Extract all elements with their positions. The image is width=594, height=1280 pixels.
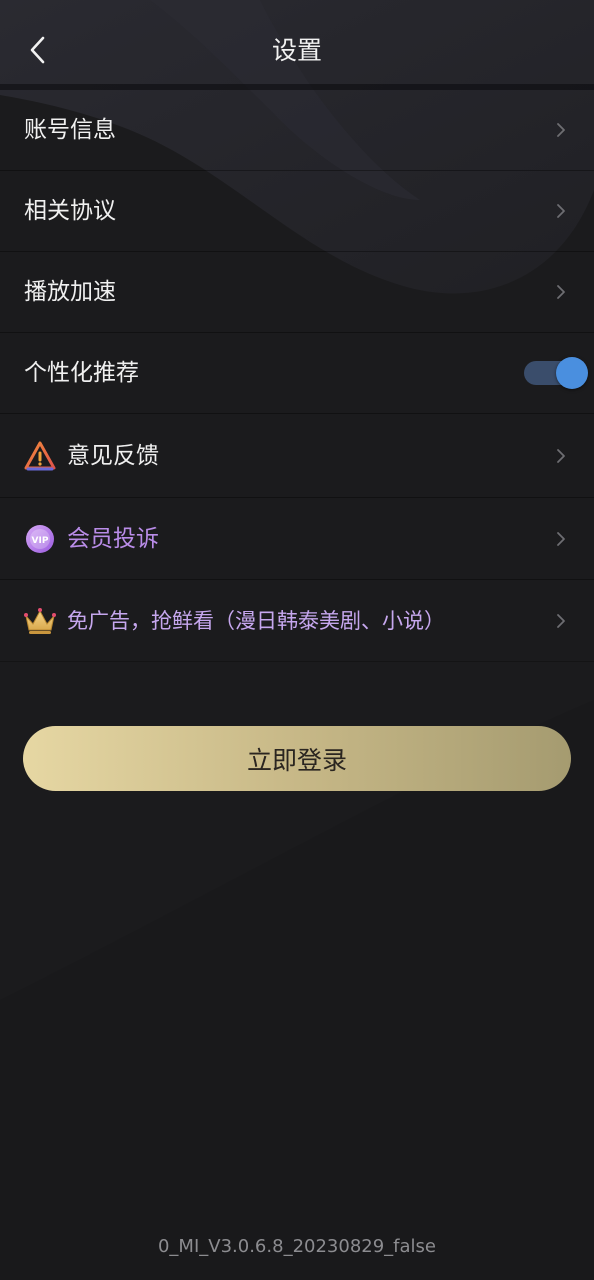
login-button[interactable]: 立即登录: [23, 726, 571, 791]
chevron-right-icon: [557, 123, 565, 137]
chevron-right-icon: [557, 448, 565, 463]
chevron-right-icon: [557, 613, 565, 628]
personalized-toggle[interactable]: [524, 357, 588, 389]
page-title: 设置: [271, 36, 322, 65]
settings-screen: 设置 账号信息 相关协议 播放加速 个性化推荐 意见反馈 VIP 会员投诉 免广…: [0, 0, 594, 1280]
settings-item-label: 免广告，抢鲜看（漫日韩泰美剧、小说）: [67, 608, 445, 633]
settings-list: 账号信息 相关协议 播放加速 个性化推荐 意见反馈 VIP 会员投诉 免广告，抢…: [0, 90, 594, 662]
settings-item-label: 相关协议: [24, 198, 116, 224]
settings-item-promo[interactable]: 免广告，抢鲜看（漫日韩泰美剧、小说）: [0, 580, 594, 662]
settings-item-account[interactable]: 账号信息: [0, 90, 594, 171]
settings-item-label: 播放加速: [24, 279, 116, 305]
settings-item-feedback[interactable]: 意见反馈: [0, 414, 594, 498]
warning-triangle-icon: [23, 439, 57, 473]
crown-icon: [23, 604, 57, 638]
vip-badge-icon: VIP: [23, 522, 57, 556]
settings-item-label: 意见反馈: [67, 442, 159, 469]
chevron-right-icon: [557, 531, 565, 546]
settings-item-label: 会员投诉: [67, 525, 159, 552]
chevron-right-icon: [557, 285, 565, 299]
settings-item-label: 账号信息: [24, 117, 116, 143]
version-text: 0_MI_V3.0.6.8_20230829_false: [157, 1236, 436, 1257]
settings-item-complaint[interactable]: VIP 会员投诉: [0, 498, 594, 580]
settings-item-agreements[interactable]: 相关协议: [0, 171, 594, 252]
svg-text:VIP: VIP: [32, 536, 49, 546]
settings-item-playback-speed[interactable]: 播放加速: [0, 252, 594, 333]
settings-item-label: 个性化推荐: [24, 360, 139, 386]
header: 设置: [0, 0, 594, 90]
settings-item-personalized: 个性化推荐: [0, 333, 594, 414]
toggle-knob: [556, 357, 588, 389]
chevron-right-icon: [557, 204, 565, 218]
